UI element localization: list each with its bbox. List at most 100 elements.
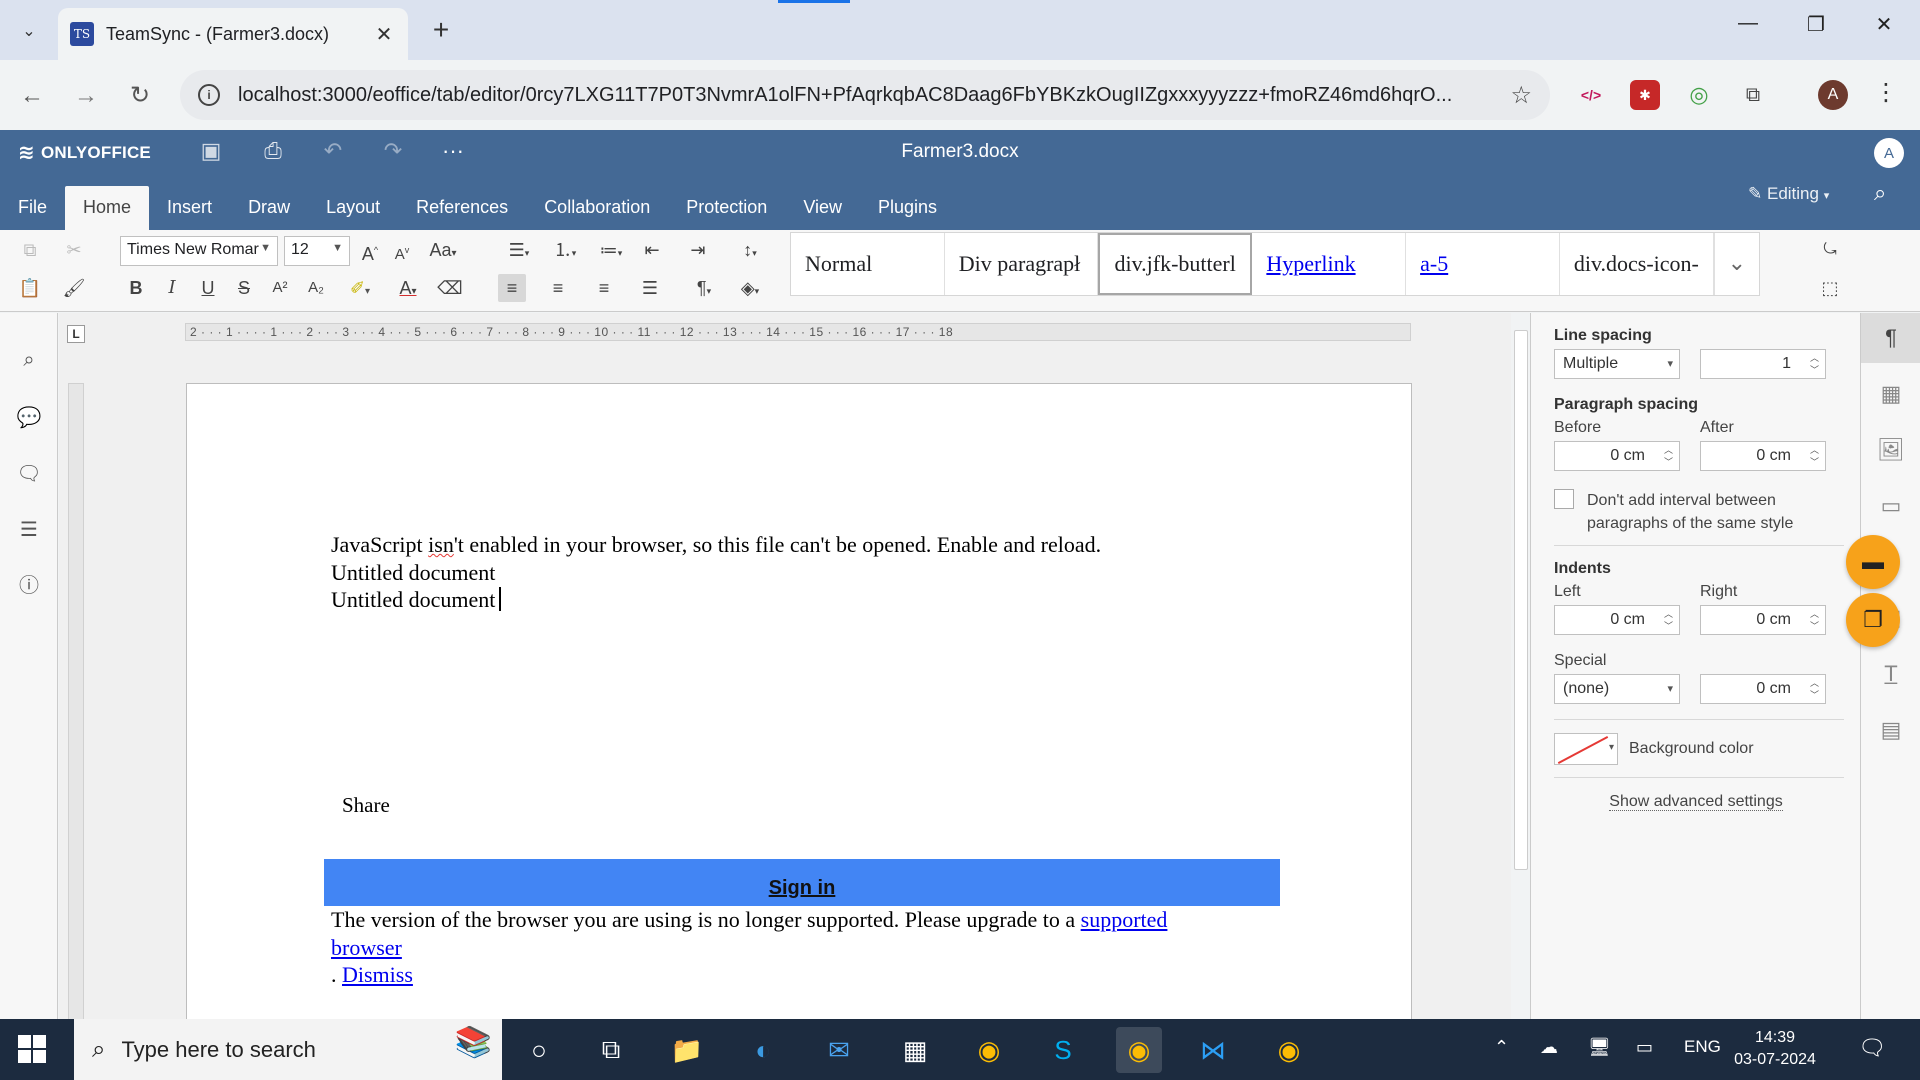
bullets-icon[interactable]: ☰▾ bbox=[500, 236, 538, 264]
special-indent-amount-input[interactable]: 0 cm ︿ ﹀ bbox=[1700, 674, 1826, 704]
search-icon[interactable]: ⌕ bbox=[14, 345, 44, 375]
window-close-icon[interactable]: ✕ bbox=[1864, 12, 1904, 37]
close-tab-icon[interactable]: ✕ bbox=[372, 22, 396, 47]
multilevel-list-icon[interactable]: ≔▾ bbox=[592, 236, 630, 264]
doc-paragraph-js-warning[interactable]: JavaScript isn't enabled in your browser… bbox=[331, 532, 1101, 558]
spinner-arrows-icon[interactable]: ︿ ﹀ bbox=[1810, 352, 1819, 376]
navigation-icon[interactable]: ☰ bbox=[14, 515, 44, 545]
window-minimize-icon[interactable]: — bbox=[1728, 12, 1768, 35]
italic-icon[interactable]: I bbox=[158, 274, 186, 302]
header-footer-icon[interactable]: ▭ bbox=[1861, 481, 1920, 531]
doc-share-text[interactable]: Share bbox=[342, 793, 390, 818]
style-hyperlink[interactable]: Hyperlink bbox=[1252, 233, 1407, 295]
supported-link[interactable]: supported bbox=[1081, 907, 1168, 932]
scrollbar-thumb[interactable] bbox=[1514, 330, 1528, 870]
indent-right-input[interactable]: 0 cm ︿ ﹀ bbox=[1700, 605, 1826, 635]
doc-paragraph-browser-link[interactable]: browser bbox=[331, 935, 402, 961]
doc-paragraph-untitled-2[interactable]: Untitled document bbox=[331, 587, 502, 613]
line-spacing-icon[interactable]: ↕▾ bbox=[730, 236, 770, 264]
spinner-arrows-icon[interactable]: ︿ ﹀ bbox=[1810, 677, 1819, 701]
indent-left-input[interactable]: 0 cm ︿ ﹀ bbox=[1554, 605, 1680, 635]
image-settings-icon[interactable]: 🖼 bbox=[1861, 425, 1920, 475]
numbering-icon[interactable]: ⒈▾ bbox=[546, 236, 584, 264]
style-div-docs-icon[interactable]: div.docs-icon- bbox=[1560, 233, 1714, 295]
file-explorer-icon[interactable]: 📁 bbox=[664, 1027, 710, 1073]
underline-icon[interactable]: U bbox=[194, 274, 222, 302]
tab-references[interactable]: References bbox=[398, 186, 526, 230]
misspelled-word[interactable]: isn bbox=[428, 532, 454, 557]
doc-paragraph-browser-msg[interactable]: The version of the browser you are using… bbox=[331, 907, 1167, 933]
doc-paragraph-dismiss[interactable]: . Dismiss bbox=[331, 962, 413, 988]
vertical-ruler[interactable] bbox=[68, 383, 84, 1019]
font-size-select[interactable]: 12 ▼ bbox=[284, 236, 350, 266]
tab-file[interactable]: File bbox=[0, 186, 65, 230]
tab-draw[interactable]: Draw bbox=[230, 186, 308, 230]
increase-font-icon[interactable]: A^ bbox=[356, 236, 384, 264]
decrease-font-icon[interactable]: Av bbox=[388, 236, 416, 264]
font-color-icon[interactable]: A▾ bbox=[388, 274, 428, 302]
cut-icon[interactable]: ✂ bbox=[60, 236, 88, 264]
browser-link[interactable]: browser bbox=[331, 935, 402, 960]
justify-icon[interactable]: ☰ bbox=[636, 274, 664, 302]
chrome-profile-active-icon[interactable]: ◉ bbox=[1116, 1027, 1162, 1073]
nonprinting-chars-icon[interactable]: ¶▾ bbox=[684, 274, 724, 302]
align-right-icon[interactable]: ≡ bbox=[590, 274, 618, 302]
forward-arrow-icon[interactable]: → bbox=[68, 78, 104, 114]
change-case-style-icon[interactable]: ⤿ bbox=[1816, 236, 1844, 264]
tab-view[interactable]: View bbox=[785, 186, 860, 230]
copy-icon[interactable]: ⧉ bbox=[16, 236, 44, 264]
superscript-icon[interactable]: A² bbox=[266, 274, 294, 302]
table-settings-icon[interactable]: ▦ bbox=[1861, 369, 1920, 419]
line-spacing-value-input[interactable]: 1 ︿ ﹀ bbox=[1700, 349, 1826, 379]
highlight-color-icon[interactable]: ✐▾ bbox=[340, 274, 380, 302]
browser-tab-active[interactable]: TS TeamSync - (Farmer3.docx) ✕ bbox=[58, 8, 408, 60]
language-indicator[interactable]: ENG bbox=[1684, 1037, 1721, 1057]
change-case-icon[interactable]: Aa▾ bbox=[422, 236, 464, 264]
spacing-before-input[interactable]: 0 cm ︿ ﹀ bbox=[1554, 441, 1680, 471]
horizontal-ruler[interactable]: 2 · · · 1 · · · · 1 · · · 2 · · · 3 · · … bbox=[185, 323, 1411, 341]
style-div-jfk-butterbar[interactable]: div.jfk-butterl bbox=[1098, 233, 1253, 295]
reload-icon[interactable]: ↻ bbox=[122, 78, 158, 114]
tab-home[interactable]: Home bbox=[65, 186, 150, 230]
task-view-icon[interactable]: ⧉ bbox=[588, 1027, 634, 1073]
spinner-arrows-icon[interactable]: ︿ ﹀ bbox=[1664, 444, 1673, 468]
style-normal[interactable]: Normal bbox=[791, 233, 945, 295]
spinner-arrows-icon[interactable]: ︿ ﹀ bbox=[1810, 444, 1819, 468]
bold-icon[interactable]: B bbox=[122, 274, 150, 302]
select-all-icon[interactable]: ⬚ bbox=[1816, 274, 1844, 302]
font-name-select[interactable]: Times New Romar ▼ bbox=[120, 236, 278, 266]
tab-insert[interactable]: Insert bbox=[149, 186, 230, 230]
cortana-icon[interactable]: ○ bbox=[516, 1027, 562, 1073]
special-indent-select[interactable]: (none) ▾ bbox=[1554, 674, 1680, 704]
bookmark-star-icon[interactable]: ☆ bbox=[1510, 81, 1532, 110]
profile-avatar[interactable]: A bbox=[1818, 80, 1848, 110]
doc-paragraph-untitled-1[interactable]: Untitled document bbox=[331, 560, 495, 586]
signin-banner[interactable]: Sign in bbox=[324, 859, 1280, 906]
address-url[interactable]: localhost:3000/eoffice/tab/editor/0rcy7L… bbox=[238, 84, 1494, 107]
subscript-icon[interactable]: A₂ bbox=[302, 274, 330, 302]
taskbar-clock[interactable]: 14:39 03-07-2024 bbox=[1730, 1027, 1820, 1071]
microsoft-store-icon[interactable]: ▦ bbox=[892, 1027, 938, 1073]
document-page[interactable]: JavaScript isn't enabled in your browser… bbox=[186, 383, 1412, 1019]
info-icon[interactable]: ⓘ bbox=[14, 571, 44, 601]
spacing-after-input[interactable]: 0 cm ︿ ﹀ bbox=[1700, 441, 1826, 471]
show-advanced-settings-link[interactable]: Show advanced settings bbox=[1531, 793, 1861, 811]
notification-center-icon[interactable]: 🗨 bbox=[1858, 1035, 1886, 1061]
form-settings-icon[interactable]: ▤ bbox=[1861, 705, 1920, 755]
align-left-icon[interactable]: ≡ bbox=[498, 274, 526, 302]
spinner-arrows-icon[interactable]: ︿ ﹀ bbox=[1810, 608, 1819, 632]
mail-icon[interactable]: ✉ bbox=[816, 1027, 862, 1073]
onedrive-cloud-icon[interactable]: ☁ bbox=[1540, 1037, 1558, 1058]
comments-icon[interactable]: 💬 bbox=[14, 403, 44, 433]
strikethrough-icon[interactable]: S bbox=[230, 274, 258, 302]
chrome-icon[interactable]: ◉ bbox=[966, 1027, 1012, 1073]
extension-green-circle-icon[interactable]: ◎ bbox=[1684, 80, 1714, 110]
network-icon[interactable]: 🖥 bbox=[1588, 1037, 1611, 1058]
tab-collaboration[interactable]: Collaboration bbox=[526, 186, 668, 230]
background-color-picker[interactable]: ▾ bbox=[1554, 733, 1618, 765]
tab-stop-selector[interactable]: L bbox=[67, 325, 85, 343]
increase-indent-icon[interactable]: ⇥ bbox=[684, 236, 712, 264]
site-info-icon[interactable]: i bbox=[198, 84, 220, 106]
document-scrollbar[interactable] bbox=[1513, 320, 1529, 870]
chat-bubble-icon[interactable]: ▬ bbox=[1846, 535, 1900, 589]
